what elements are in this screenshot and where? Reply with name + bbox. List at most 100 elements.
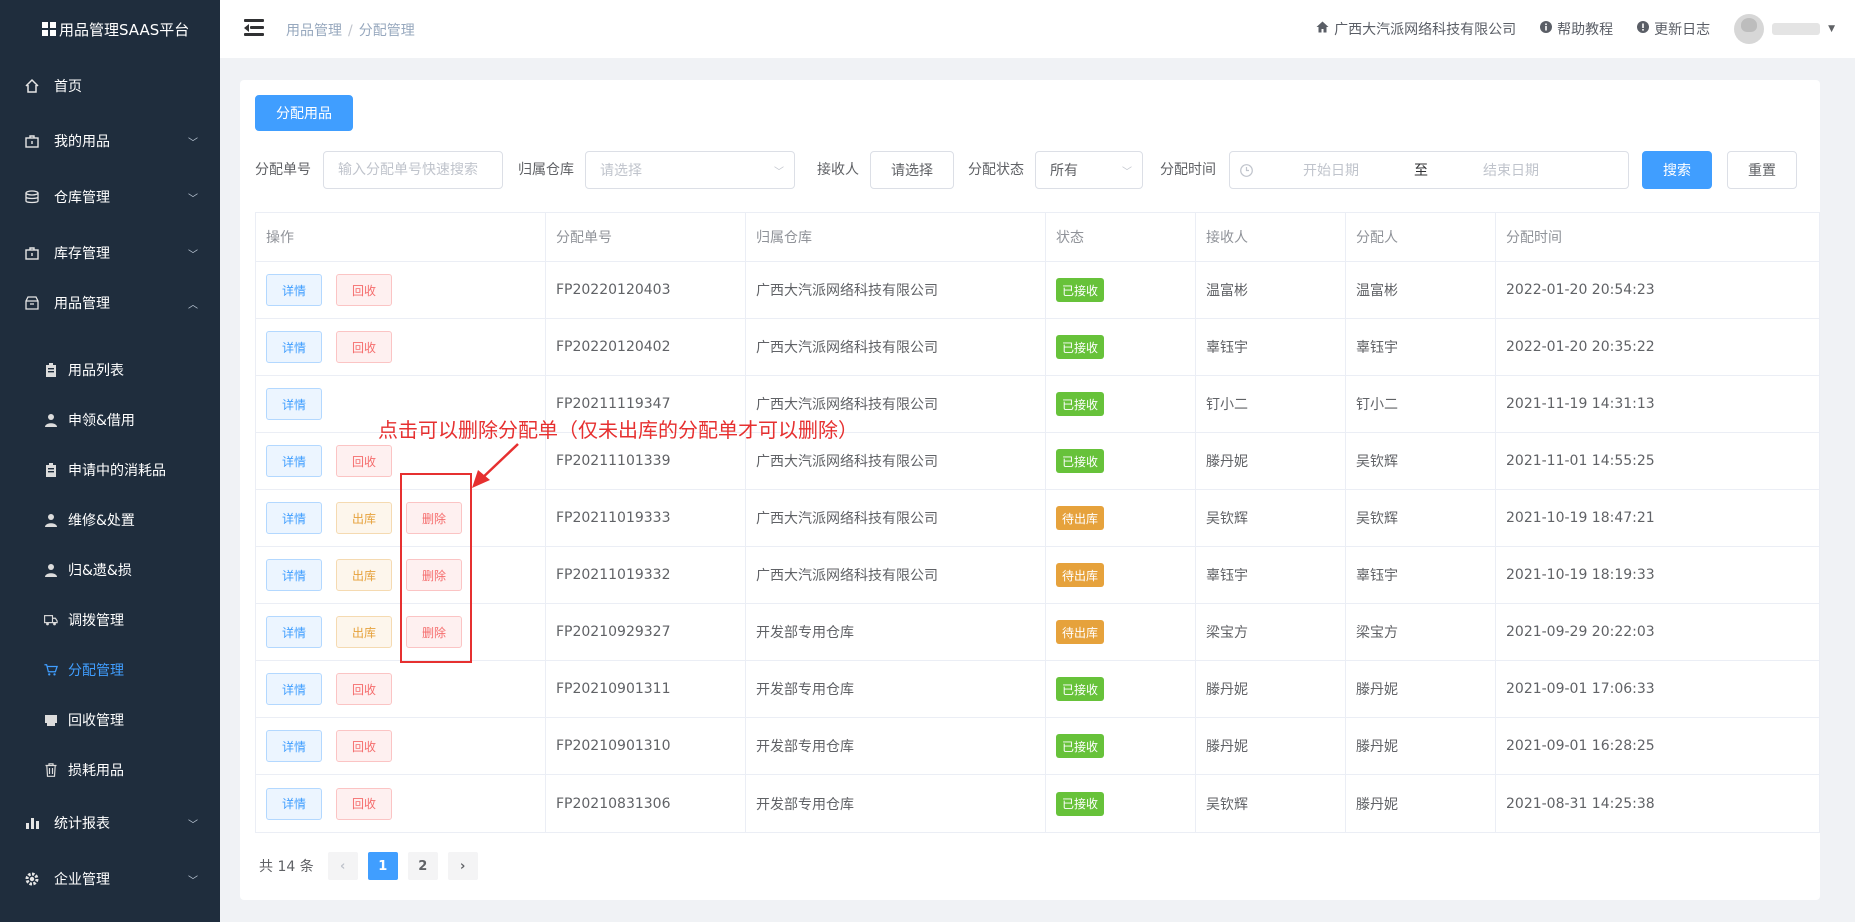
- allocation-no-input[interactable]: [323, 151, 503, 189]
- status-select[interactable]: 所有 ﹀: [1035, 151, 1143, 189]
- sidebar-item-reports[interactable]: 统计报表 ﹀: [0, 803, 220, 843]
- time-cell: 2021-09-29 20:22:03: [1506, 624, 1655, 640]
- assigner-cell: 钉小二: [1346, 376, 1496, 432]
- breadcrumb-item[interactable]: 用品管理: [286, 23, 342, 39]
- allocation-no-cell: FP20210901310: [546, 718, 746, 774]
- caret-down-icon[interactable]: ▼: [1828, 24, 1835, 34]
- outbound-button[interactable]: 出库: [336, 616, 392, 648]
- assign-supplies-button[interactable]: 分配用品: [255, 95, 353, 131]
- receiver-cell: 吴钦辉: [1196, 775, 1346, 832]
- sidebar-subitem-label: 申领&借用: [68, 413, 135, 429]
- annotation-arrow-icon: [472, 443, 519, 488]
- status-cell: 已接收: [1046, 433, 1196, 489]
- sidebar-item-label: 库存管理: [54, 246, 110, 262]
- detail-button[interactable]: 详情: [266, 388, 322, 420]
- recycle-button[interactable]: 回收: [336, 730, 392, 762]
- assigner-cell: 滕丹妮: [1346, 661, 1496, 717]
- annotation-text: 点击可以删除分配单（仅未出库的分配单才可以删除）: [378, 418, 858, 442]
- time-cell: 2021-09-01 17:06:33: [1506, 681, 1655, 697]
- sidebar-item-enterprise[interactable]: 企业管理 ﹀: [0, 859, 220, 899]
- receiver-select-button[interactable]: 请选择: [870, 151, 954, 189]
- detail-button[interactable]: 详情: [266, 730, 322, 762]
- recycle-button[interactable]: 回收: [336, 673, 392, 705]
- sidebar-item-label: 我的用品: [54, 134, 110, 150]
- filter-receiver-label: 接收人: [817, 162, 859, 178]
- outbound-button[interactable]: 出库: [336, 502, 392, 534]
- actions-cell: 详情 回收: [256, 661, 546, 717]
- page-2-button[interactable]: 2: [407, 852, 438, 880]
- column-header: 状态: [1046, 213, 1196, 261]
- allocation-no-cell: FP20220120402: [546, 319, 746, 375]
- start-date-input[interactable]: 开始日期: [1261, 160, 1401, 180]
- status-badge: 待出库: [1056, 506, 1105, 530]
- sidebar-item-my-supplies[interactable]: 我的用品 ﹀: [0, 121, 220, 161]
- avatar[interactable]: [1734, 14, 1765, 44]
- detail-button[interactable]: 详情: [266, 445, 322, 477]
- sidebar-subitem-label: 维修&处置: [68, 513, 135, 529]
- detail-button[interactable]: 详情: [266, 559, 322, 591]
- sidebar-subitem-allocation[interactable]: 分配管理: [0, 650, 220, 690]
- sidebar-item-supplies[interactable]: 用品管理 ︿: [0, 283, 220, 323]
- company-link[interactable]: 广西大汽派网络科技有限公司: [1316, 19, 1516, 39]
- sidebar-subitem-claim-borrow[interactable]: 申领&借用: [0, 400, 220, 440]
- sidebar-subitem-pending-consumables[interactable]: 申请中的消耗品: [0, 450, 220, 490]
- status-cell: 已接收: [1046, 775, 1196, 832]
- warehouse-cell: 广西大汽派网络科技有限公司: [746, 490, 1046, 546]
- sidebar-subitem-supply-list[interactable]: 用品列表: [0, 350, 220, 390]
- status-cell: 待出库: [1046, 490, 1196, 546]
- next-page-icon[interactable]: ›: [447, 852, 478, 880]
- sidebar-item-warehouse[interactable]: 仓库管理 ﹀: [0, 177, 220, 217]
- receiver-cell: 辜钰宇: [1196, 319, 1346, 375]
- recycle-button[interactable]: 回收: [336, 787, 392, 820]
- reset-button[interactable]: 重置: [1727, 151, 1797, 189]
- actions-cell: 详情 回收: [256, 262, 546, 318]
- help-link[interactable]: 帮助教程: [1540, 19, 1613, 39]
- sidebar-subitem-recycle[interactable]: 回收管理: [0, 700, 220, 740]
- recycle-button[interactable]: 回收: [336, 331, 392, 363]
- column-header: 接收人: [1196, 213, 1346, 261]
- username-redacted[interactable]: [1772, 23, 1821, 35]
- sidebar-subitem-consumed[interactable]: 损耗用品: [0, 750, 220, 790]
- outbound-button[interactable]: 出库: [336, 559, 392, 591]
- sidebar-subitem-label: 分配管理: [68, 663, 124, 679]
- sidebar-item-home[interactable]: 首页: [0, 66, 220, 106]
- actions-cell: 详情 回收: [256, 319, 546, 375]
- allocation-no-field[interactable]: [338, 162, 488, 178]
- allocation-no-cell: FP20210929327: [546, 604, 746, 660]
- sidebar-subitem-return-lost-damaged[interactable]: 归&遗&损: [0, 550, 220, 590]
- sidebar-subitem-repair-dispose[interactable]: 维修&处置: [0, 500, 220, 540]
- filter-no-label: 分配单号: [255, 162, 311, 178]
- page-1-button[interactable]: 1: [367, 852, 398, 880]
- sidebar-subitem-transfer[interactable]: 调拨管理: [0, 600, 220, 640]
- changelog-link[interactable]: 更新日志: [1637, 19, 1710, 39]
- prev-page-icon[interactable]: ‹: [327, 852, 358, 880]
- gear-icon: [24, 871, 40, 887]
- clock-icon: [1240, 163, 1253, 177]
- breadcrumb-current: 分配管理: [358, 23, 415, 39]
- date-range-picker[interactable]: 开始日期 至 结束日期: [1229, 151, 1629, 189]
- menu-toggle-icon[interactable]: [244, 19, 264, 37]
- detail-button[interactable]: 详情: [266, 616, 322, 648]
- table-row: 详情 出库 删除 FP20211019333 广西大汽派网络科技有限公司 待出库 吴钦辉 吴钦…: [256, 490, 1819, 547]
- range-separator: 至: [1414, 163, 1428, 179]
- assigner-cell: 滕丹妮: [1346, 718, 1496, 774]
- search-button[interactable]: 搜索: [1642, 151, 1712, 189]
- recycle-button[interactable]: 回收: [336, 445, 392, 477]
- chevron-down-icon: ﹀: [188, 875, 198, 887]
- sidebar-item-inventory[interactable]: 库存管理 ﹀: [0, 233, 220, 273]
- warehouse-select[interactable]: 请选择 ﹀: [585, 151, 795, 189]
- end-date-input[interactable]: 结束日期: [1441, 160, 1581, 180]
- status-badge: 已接收: [1056, 677, 1105, 701]
- user-icon: [44, 563, 58, 577]
- sidebar-subitem-label: 回收管理: [68, 713, 124, 729]
- detail-button[interactable]: 详情: [266, 787, 322, 820]
- recycle-button[interactable]: 回收: [336, 274, 392, 306]
- status-cell: 待出库: [1046, 604, 1196, 660]
- detail-button[interactable]: 详情: [266, 331, 322, 363]
- assigner-cell: 滕丹妮: [1346, 775, 1496, 832]
- detail-button[interactable]: 详情: [266, 502, 322, 534]
- time-cell: 2022-01-20 20:35:22: [1506, 339, 1655, 355]
- detail-button[interactable]: 详情: [266, 673, 322, 705]
- brand: 用品管理SAAS平台: [0, 0, 220, 58]
- detail-button[interactable]: 详情: [266, 274, 322, 306]
